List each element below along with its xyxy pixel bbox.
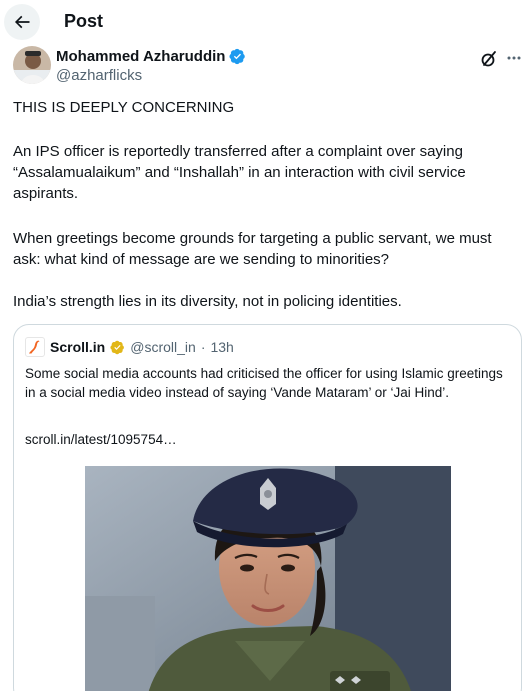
post-paragraph: India’s strength lies in its diversity, … (13, 293, 402, 310)
author-name-text: Mohammed Azharuddin (56, 48, 226, 65)
page-title: Post (64, 11, 104, 31)
quoted-source-name: Scroll.in (50, 339, 106, 355)
quoted-post[interactable]: Scroll.in @scroll_in · 13h Some social m… (13, 324, 522, 691)
arrow-left-icon (14, 15, 30, 29)
quoted-post-age: 13h (210, 339, 234, 355)
meta-separator: · (200, 339, 206, 355)
quoted-post-link[interactable]: scroll.in/latest/1095754… (25, 432, 177, 447)
author-handle[interactable]: @azharflicks (56, 67, 142, 84)
quoted-source-handle: @scroll_in (130, 339, 196, 355)
quoted-post-text: Some social media accounts had criticise… (25, 366, 503, 400)
top-bar: Post (0, 0, 525, 44)
post-paragraph: When greetings become grounds for target… (13, 230, 492, 268)
grok-button[interactable] (478, 48, 500, 70)
more-icon (507, 56, 521, 60)
avatar[interactable] (13, 46, 51, 84)
grok-icon (481, 51, 496, 67)
post-paragraph: An IPS officer is reportedly transferred… (13, 143, 466, 202)
back-button[interactable] (4, 4, 40, 40)
quoted-post-photo[interactable] (85, 466, 451, 691)
author-name[interactable]: Mohammed Azharuddin (56, 48, 246, 65)
verified-badge-icon (229, 48, 246, 65)
more-button[interactable] (506, 50, 522, 66)
verified-badge-icon (110, 340, 125, 354)
scroll-logo-icon (25, 337, 45, 357)
post-paragraph: THIS IS DEEPLY CONCERNING (13, 99, 235, 116)
quoted-post-header: Scroll.in @scroll_in · 13h (25, 337, 234, 357)
